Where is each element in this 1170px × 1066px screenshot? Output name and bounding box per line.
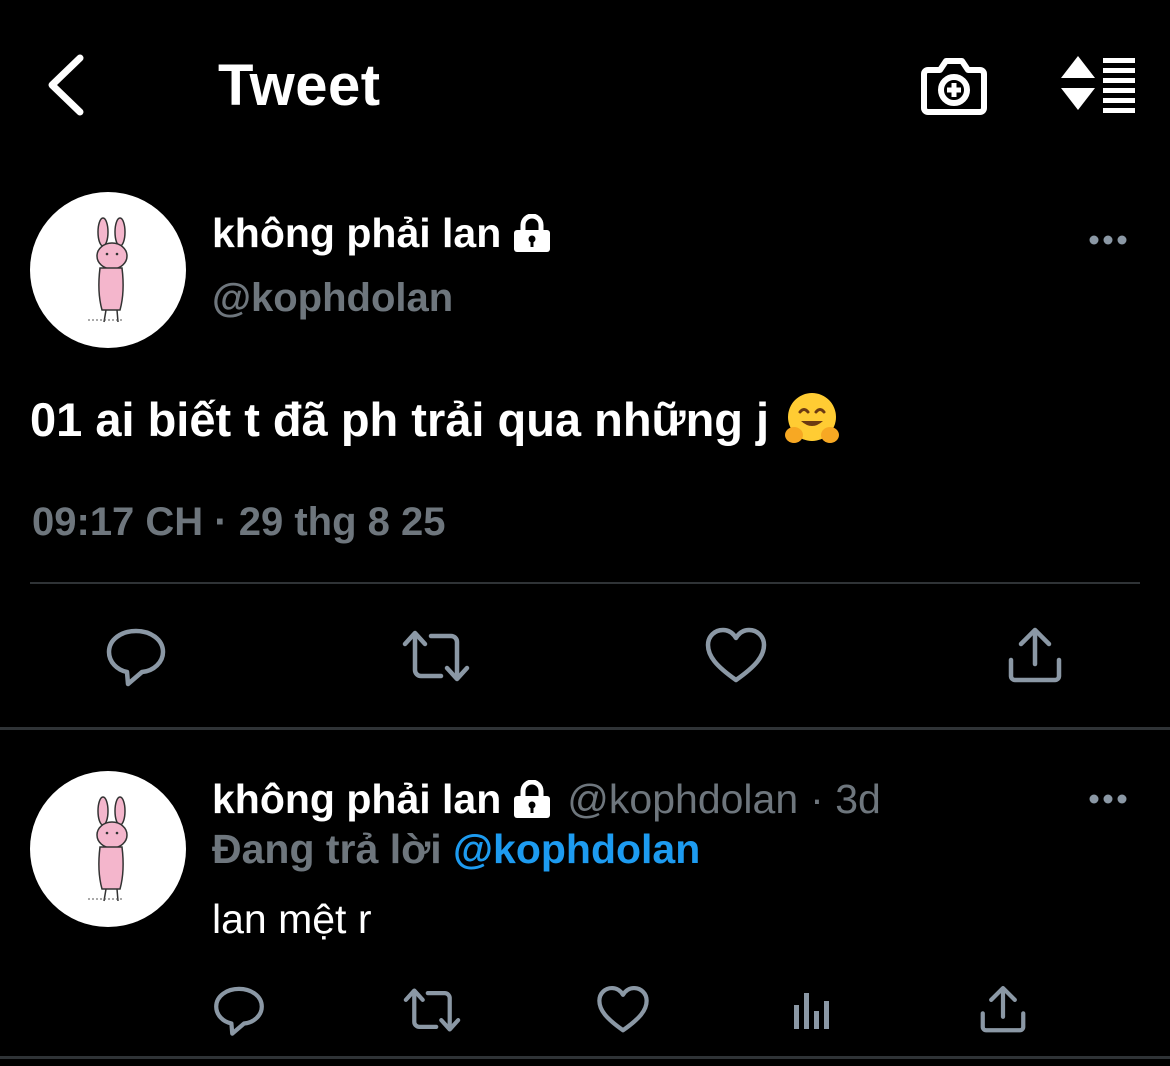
reply-header: không phải lan @kophdolan · 3d [212,776,881,823]
like-icon [705,627,767,683]
chevron-left-icon [48,54,84,116]
reply-analytics-button[interactable] [786,983,840,1037]
more-horizontal-icon [1089,235,1127,245]
lock-icon [511,779,553,820]
more-horizontal-icon [1089,794,1127,804]
sort-button[interactable] [1055,48,1140,118]
reply-display-name[interactable]: không phải lan [212,776,501,823]
retweet-button[interactable] [401,624,470,688]
replying-to-link[interactable]: @kophdolan [453,826,700,872]
bunny-avatar-icon [88,217,128,323]
share-icon [1008,627,1062,683]
like-button[interactable] [704,624,768,688]
reply-time: · 3d [810,776,881,822]
reply-handle[interactable]: @kophdolan [567,776,798,823]
reply-reply-button[interactable] [212,983,266,1037]
reply-more-options-button[interactable] [1086,787,1130,811]
camera-plus-icon [921,58,987,115]
hugging-face-emoji [783,390,841,448]
reply-icon [106,628,166,687]
display-name-text: không phải lan [212,210,502,256]
user-handle[interactable]: @kophdolan [212,276,453,321]
reply-retweet-button[interactable] [402,983,462,1037]
retweet-icon [403,988,461,1032]
share-icon [980,985,1026,1033]
page-title: Tweet [218,53,381,118]
section-separator [0,727,1170,730]
avatar[interactable] [30,192,186,348]
bunny-avatar-icon [88,796,128,902]
more-options-button[interactable] [1086,228,1130,252]
reply-button[interactable] [104,624,168,688]
reply-icon [214,986,264,1036]
back-button[interactable] [40,50,96,120]
replying-label: Đang trả lời [212,826,442,872]
reply-text: lan mệt r [212,896,372,942]
sort-list-icon [1061,56,1135,113]
display-name[interactable]: không phải lan [212,210,553,257]
tweet-timestamp: 09:17 CH · 29 thg 8 25 [32,500,446,544]
bottom-divider [0,1056,1170,1059]
like-icon [597,985,649,1033]
reply-like-button[interactable] [596,983,650,1037]
replying-to: Đang trả lời @kophdolan [212,826,700,873]
lock-icon [511,213,553,254]
analytics-icon [794,993,829,1029]
camera-button[interactable] [918,50,990,120]
tweet-body: 01 ai biết t đã ph trải qua những j [30,392,770,446]
reply-share-button[interactable] [976,983,1030,1037]
divider [30,582,1140,584]
share-button[interactable] [1003,624,1067,688]
reply-avatar[interactable] [30,771,186,927]
retweet-icon [402,630,470,682]
tweet-text: 01 ai biết t đã ph trải qua những j [30,390,841,448]
